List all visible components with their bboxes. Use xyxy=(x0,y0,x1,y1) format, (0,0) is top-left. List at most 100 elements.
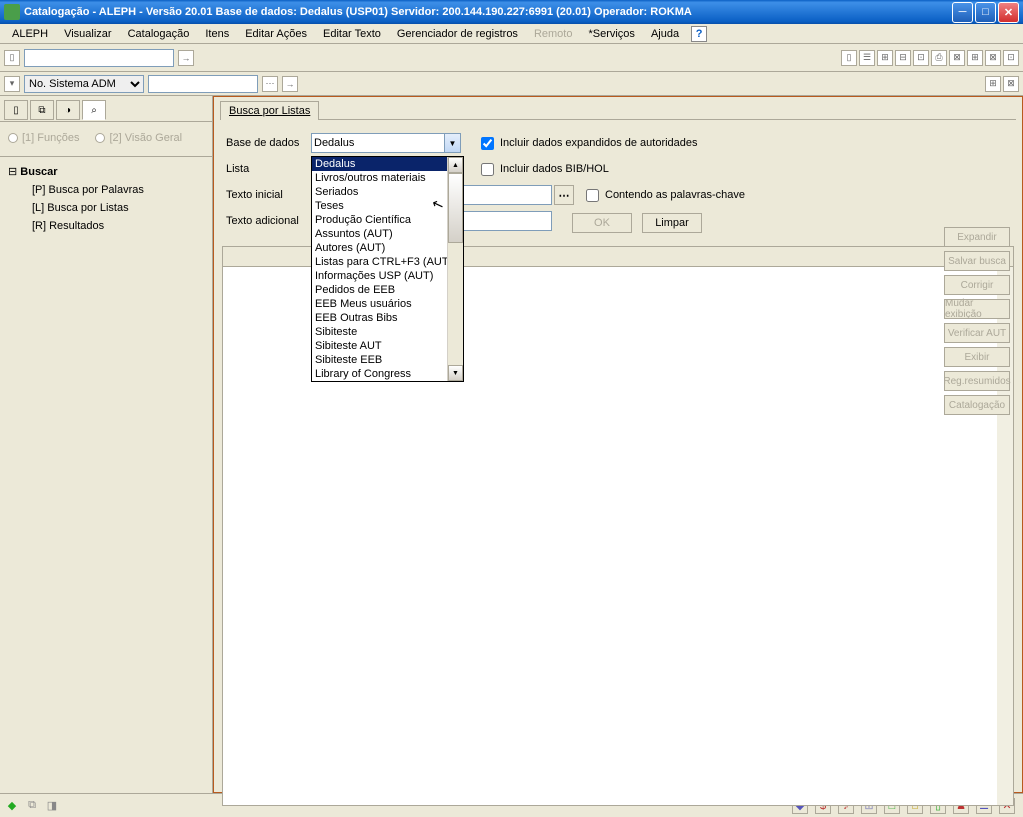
dropdown-option[interactable]: Autores (AUT) xyxy=(312,241,447,255)
dropdown-option[interactable]: Assuntos (AUT) xyxy=(312,227,447,241)
menu-catalogacao[interactable]: Catalogação xyxy=(120,26,198,42)
radio-funcoes[interactable]: [1] Funções xyxy=(8,132,79,144)
tree-item-palavras[interactable]: [P] Busca por Palavras xyxy=(8,181,204,199)
tool-icon-4[interactable]: ⊟ xyxy=(895,50,911,66)
check-incluir-autoridades[interactable] xyxy=(481,137,494,150)
left-panel: ▯ ⧉ ◑ ⌕ [1] Funções [2] Visão Geral ⊟ Bu… xyxy=(0,96,213,793)
btn-catalogacao: Catalogação xyxy=(944,395,1010,415)
toolbar2-input[interactable] xyxy=(148,75,258,93)
menu-gerenciador[interactable]: Gerenciador de registros xyxy=(389,26,526,42)
limpar-button[interactable]: Limpar xyxy=(642,213,702,233)
dropdown-option[interactable]: Informações USP (AUT) xyxy=(312,269,447,283)
menubar: ALEPH Visualizar Catalogação Itens Edita… xyxy=(0,24,1023,44)
label-check3: Contendo as palavras-chave xyxy=(605,189,745,201)
menu-itens[interactable]: Itens xyxy=(197,26,237,42)
check-palavras-chave[interactable] xyxy=(586,189,599,202)
minimize-button[interactable]: ─ xyxy=(952,2,973,23)
dropdown-option[interactable]: Seriados xyxy=(312,185,447,199)
btn-salvar-busca: Salvar busca xyxy=(944,251,1010,271)
app-icon xyxy=(4,4,20,20)
tool-icon-8[interactable]: ⊞ xyxy=(967,50,983,66)
toolbar1-input[interactable] xyxy=(24,49,174,67)
tool-icon-2[interactable]: ☰ xyxy=(859,50,875,66)
btn-expandir: Expandir xyxy=(944,227,1010,247)
tool-icon-7[interactable]: ⊠ xyxy=(949,50,965,66)
menu-aleph[interactable]: ALEPH xyxy=(4,26,56,42)
scroll-down-icon[interactable]: ▼ xyxy=(448,365,463,381)
menu-ajuda[interactable]: Ajuda xyxy=(643,26,687,42)
menu-editar-acoes[interactable]: Editar Ações xyxy=(237,26,315,42)
status-icon-2[interactable]: ⧉ xyxy=(24,798,40,814)
tree-item-resultados[interactable]: [R] Resultados xyxy=(8,217,204,235)
maximize-button[interactable]: □ xyxy=(975,2,996,23)
dropdown-scrollbar[interactable]: ▲ ▼ xyxy=(447,157,463,381)
dropdown-icon[interactable]: ▾ xyxy=(4,76,20,92)
label-check1: Incluir dados expandidos de autoridades xyxy=(500,137,698,149)
tool-icon-5[interactable]: ⊡ xyxy=(913,50,929,66)
label-texto-adicional: Texto adicional xyxy=(226,215,311,227)
label-texto-inicial: Texto inicial xyxy=(226,189,311,201)
dropdown-base-dados: DedalusLivros/outros materiaisSeriadosTe… xyxy=(311,156,464,382)
tree-item-listas[interactable]: [L] Busca por Listas xyxy=(8,199,204,217)
doc-icon[interactable]: ▯ xyxy=(4,50,20,66)
scroll-thumb[interactable] xyxy=(448,173,463,243)
btn-exibir: Exibir xyxy=(944,347,1010,367)
dropdown-option[interactable]: Sibiteste xyxy=(312,325,447,339)
sistema-adm-select[interactable]: No. Sistema ADM xyxy=(24,75,144,93)
left-tab-1[interactable]: ▯ xyxy=(4,100,28,120)
toolbar1: ▯ → ▯ ☰ ⊞ ⊟ ⊡ ⎙ ⊠ ⊞ ⊠ ⊡ xyxy=(0,44,1023,72)
tool-icon-1[interactable]: ▯ xyxy=(841,50,857,66)
menu-visualizar[interactable]: Visualizar xyxy=(56,26,120,42)
radio-visao-geral[interactable]: [2] Visão Geral xyxy=(95,132,182,144)
btn-mudar-exibicao: Mudar exibição xyxy=(944,299,1010,319)
scroll-up-icon[interactable]: ▲ xyxy=(448,157,463,173)
titlebar: Catalogação - ALEPH - Versão 20.01 Base … xyxy=(0,0,1023,24)
go-icon[interactable]: → xyxy=(178,50,194,66)
btn-reg-resumidos: Reg.resumidos xyxy=(944,371,1010,391)
ellipsis-button[interactable]: ⋯ xyxy=(554,185,574,205)
close-button[interactable]: ✕ xyxy=(998,2,1019,23)
dropdown-option[interactable]: Produção Científica xyxy=(312,213,447,227)
menu-remoto: Remoto xyxy=(526,26,581,42)
dropdown-option[interactable]: Pedidos de EEB xyxy=(312,283,447,297)
dropdown-option[interactable]: Teses xyxy=(312,199,447,213)
tool-icon-3[interactable]: ⊞ xyxy=(877,50,893,66)
dropdown-option[interactable]: Sibiteste AUT xyxy=(312,339,447,353)
menu-editar-texto[interactable]: Editar Texto xyxy=(315,26,389,42)
tool-icon-10[interactable]: ⊡ xyxy=(1003,50,1019,66)
dropdown-option[interactable]: Dedalus xyxy=(312,157,447,171)
left-tab-4[interactable]: ⌕ xyxy=(82,100,106,120)
toolbar2: ▾ No. Sistema ADM ⋯ → ⊞ ⊠ xyxy=(0,72,1023,96)
menu-servicos[interactable]: *Serviços xyxy=(580,26,642,42)
dropdown-option[interactable]: Library of Congress xyxy=(312,367,447,381)
chevron-down-icon: ▼ xyxy=(444,134,460,152)
tool-icon-9[interactable]: ⊠ xyxy=(985,50,1001,66)
ok-button: OK xyxy=(572,213,632,233)
dropdown-option[interactable]: EEB Outras Bibs xyxy=(312,311,447,325)
dropdown-option[interactable]: Livros/outros materiais xyxy=(312,171,447,185)
tool2-icon-2[interactable]: ⊠ xyxy=(1003,76,1019,92)
dropdown-option[interactable]: EEB Meus usuários xyxy=(312,297,447,311)
titlebar-text: Catalogação - ALEPH - Versão 20.01 Base … xyxy=(24,6,952,18)
left-tab-2[interactable]: ⧉ xyxy=(30,100,54,120)
status-icon-3[interactable]: ◨ xyxy=(44,798,60,814)
check-incluir-bibhol[interactable] xyxy=(481,163,494,176)
dropdown-option[interactable]: Sibiteste EEB xyxy=(312,353,447,367)
tab-busca-listas[interactable]: Busca por Listas xyxy=(220,101,319,120)
label-lista: Lista xyxy=(226,163,311,175)
label-check2: Incluir dados BIB/HOL xyxy=(500,163,609,175)
label-base-dados: Base de dados xyxy=(226,137,311,149)
tree-root-buscar[interactable]: ⊟ Buscar xyxy=(8,163,204,181)
tool-icon-6[interactable]: ⎙ xyxy=(931,50,947,66)
left-tab-3[interactable]: ◑ xyxy=(56,100,80,120)
btn-verificar-aut: Verificar AUT xyxy=(944,323,1010,343)
help-icon[interactable]: ? xyxy=(691,26,707,42)
btn-corrigir: Corrigir xyxy=(944,275,1010,295)
status-icon-1[interactable]: ◆ xyxy=(4,798,20,814)
go2-icon[interactable]: → xyxy=(282,76,298,92)
ellipsis-icon[interactable]: ⋯ xyxy=(262,76,278,92)
tool2-icon-1[interactable]: ⊞ xyxy=(985,76,1001,92)
right-panel: Busca por Listas Base de dados Dedalus ▼… xyxy=(213,96,1023,793)
select-base-dados[interactable]: Dedalus ▼ xyxy=(311,133,461,153)
dropdown-option[interactable]: Listas para CTRL+F3 (AUT) xyxy=(312,255,447,269)
